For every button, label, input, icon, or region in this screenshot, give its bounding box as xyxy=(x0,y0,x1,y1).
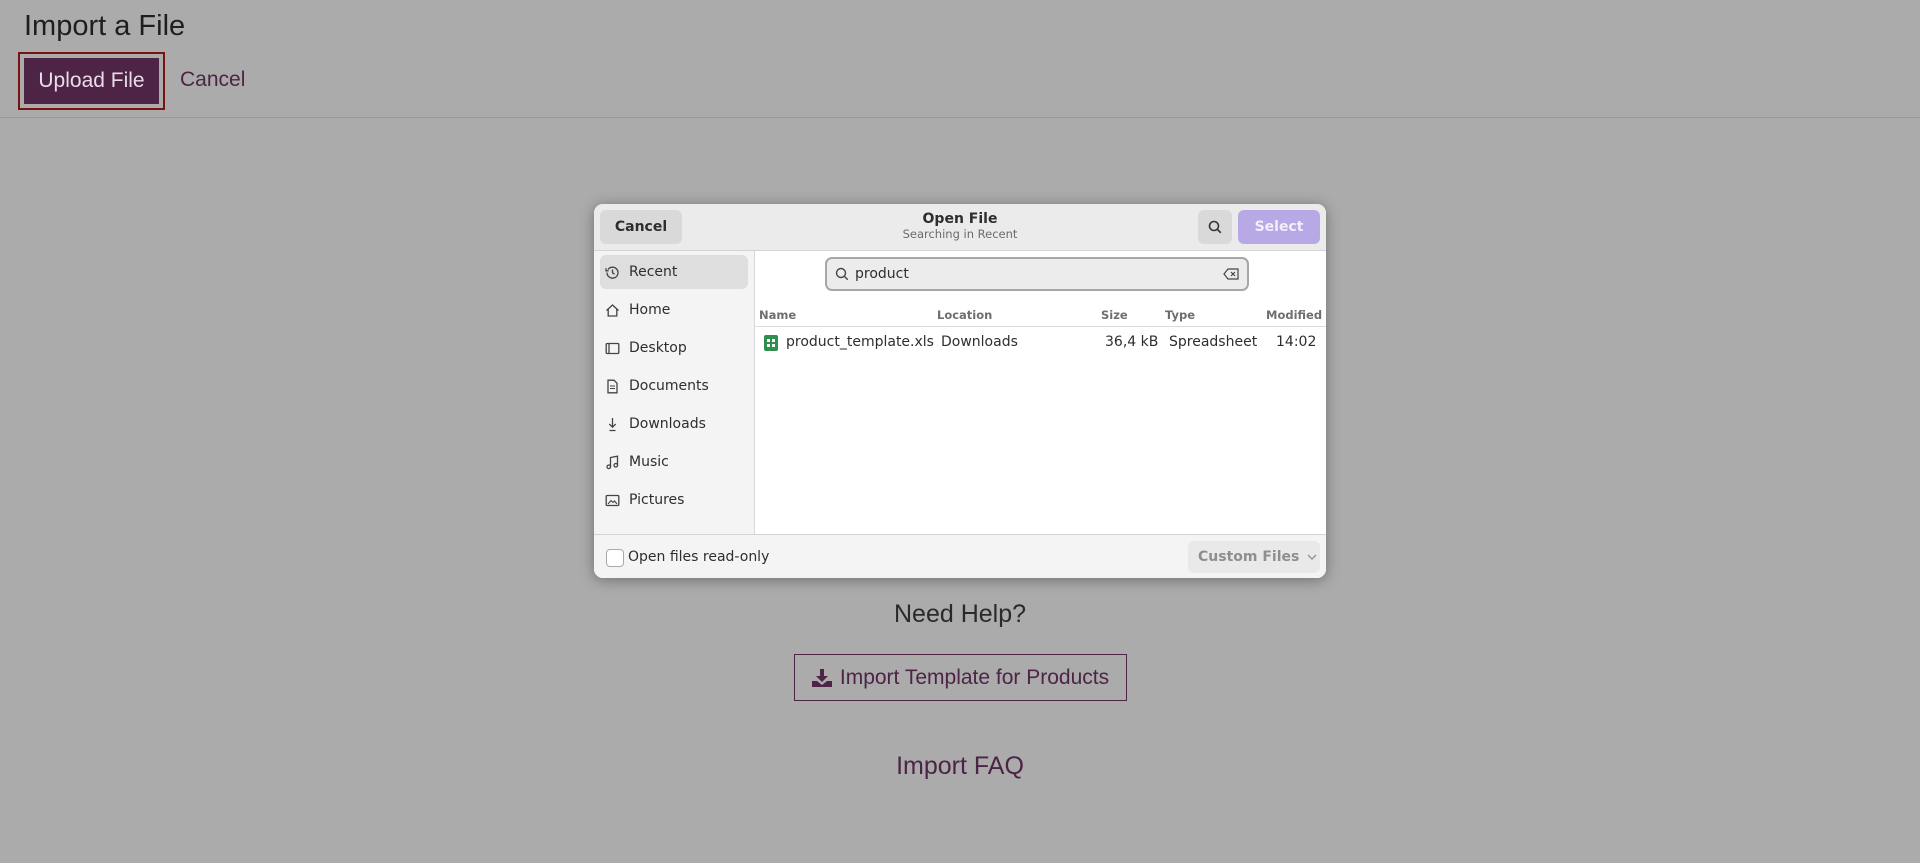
upload-file-button-label: Upload File xyxy=(24,58,159,104)
clear-search-icon[interactable] xyxy=(1223,268,1239,280)
file-filter-label: Custom Files xyxy=(1198,549,1300,565)
dialog-subtitle: Searching in Recent xyxy=(902,227,1018,241)
search-icon xyxy=(835,267,849,281)
import-faq-link[interactable]: Import FAQ xyxy=(896,752,1024,780)
sidebar-item-downloads[interactable]: Downloads xyxy=(600,407,748,441)
select-button[interactable]: Select xyxy=(1238,210,1320,244)
search-input[interactable] xyxy=(855,266,1223,282)
sidebar-item-label: Home xyxy=(629,302,671,318)
page-header: Import a File Upload File Cancel xyxy=(0,0,1920,118)
file-location: Downloads xyxy=(941,334,1018,350)
dialog-footer: Open files read-only Custom Files xyxy=(594,534,1326,578)
chevron-down-icon xyxy=(1307,554,1317,560)
sidebar-item-label: Desktop xyxy=(629,340,687,356)
file-size: 36,4 kB xyxy=(1105,334,1159,350)
file-list-pane: Name Location Size Type Modified product… xyxy=(755,251,1326,534)
file-type: Spreadsheet xyxy=(1169,334,1258,350)
import-template-button[interactable]: Import Template for Products xyxy=(794,654,1127,701)
music-icon xyxy=(604,454,620,470)
help-title: Need Help? xyxy=(893,600,1027,628)
column-size-header[interactable]: Size xyxy=(1101,308,1128,322)
dialog-title: Open File xyxy=(922,211,998,227)
sidebar-item-music[interactable]: Music xyxy=(600,445,748,479)
search-toggle-button[interactable] xyxy=(1198,210,1232,244)
places-sidebar: Recent Home Desktop Documents Downloads xyxy=(594,251,755,534)
sidebar-item-pictures[interactable]: Pictures xyxy=(600,483,748,517)
column-headers: Name Location Size Type Modified xyxy=(755,303,1326,327)
file-row[interactable]: product_template.xls Downloads 36,4 kB S… xyxy=(755,328,1326,357)
document-icon xyxy=(604,378,620,394)
import-template-label: Import Template for Products xyxy=(839,665,1110,689)
page-title: Import a File xyxy=(24,10,186,42)
search-icon xyxy=(1208,220,1222,234)
file-name: product_template.xls xyxy=(786,334,934,350)
cancel-link[interactable]: Cancel xyxy=(180,68,245,92)
column-modified-header[interactable]: Modified xyxy=(1266,308,1322,322)
column-name-header[interactable]: Name xyxy=(759,308,796,322)
dialog-cancel-button[interactable]: Cancel xyxy=(600,210,682,244)
upload-file-button[interactable]: Upload File xyxy=(18,52,165,110)
search-field[interactable] xyxy=(825,257,1249,291)
import-faq-row: Import FAQ xyxy=(0,752,1920,781)
column-location-header[interactable]: Location xyxy=(937,308,992,322)
sidebar-item-home[interactable]: Home xyxy=(600,293,748,327)
sidebar-item-label: Pictures xyxy=(629,492,685,508)
sidebar-item-documents[interactable]: Documents xyxy=(600,369,748,403)
sidebar-item-label: Documents xyxy=(629,378,709,394)
clock-icon xyxy=(604,264,620,280)
file-modified: 14:02 xyxy=(1276,334,1317,350)
download-icon xyxy=(811,668,832,687)
read-only-label[interactable]: Open files read-only xyxy=(628,549,769,565)
desktop-icon xyxy=(604,340,620,356)
open-file-dialog: Cancel Open File Searching in Recent Sel… xyxy=(594,204,1326,578)
dialog-title-block: Open File Searching in Recent xyxy=(794,211,1126,241)
sidebar-item-label: Recent xyxy=(629,264,678,280)
sidebar-item-label: Music xyxy=(629,454,669,470)
home-icon xyxy=(604,302,620,318)
dialog-header: Cancel Open File Searching in Recent Sel… xyxy=(594,204,1326,251)
sidebar-item-label: Downloads xyxy=(629,416,706,432)
column-type-header[interactable]: Type xyxy=(1165,308,1195,322)
sidebar-item-recent[interactable]: Recent xyxy=(600,255,748,289)
download-icon xyxy=(604,416,620,432)
picture-icon xyxy=(604,492,620,508)
read-only-checkbox[interactable] xyxy=(606,549,624,567)
spreadsheet-icon xyxy=(764,335,778,351)
file-filter-dropdown[interactable]: Custom Files xyxy=(1188,541,1320,573)
sidebar-item-desktop[interactable]: Desktop xyxy=(600,331,748,365)
